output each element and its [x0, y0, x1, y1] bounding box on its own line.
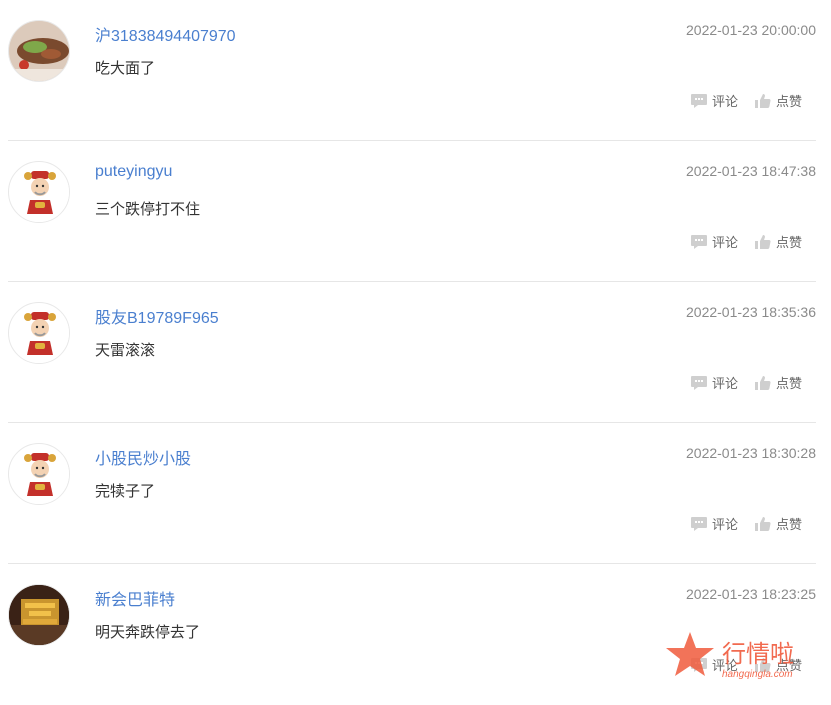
comment-label: 评论 — [711, 517, 738, 532]
watermark-title: 行情啦 — [722, 641, 794, 668]
like-label: 点赞 — [775, 235, 802, 250]
timestamp: 2022-01-23 18:30:28 — [686, 445, 816, 461]
thumbs-up-icon — [754, 234, 771, 249]
username-link[interactable]: 小股民炒小股 — [95, 445, 191, 469]
like-label: 点赞 — [775, 517, 802, 532]
like-label: 点赞 — [775, 94, 802, 109]
speech-bubble-icon — [690, 375, 707, 390]
like-button[interactable]: 点赞 — [754, 373, 802, 392]
comment-item: puteyingyu 2022-01-23 18:47:38 三个跌停打不住 评… — [8, 141, 816, 282]
timestamp: 2022-01-23 20:00:00 — [686, 22, 816, 38]
speech-bubble-icon — [690, 234, 707, 249]
comment-actions: 评论 点赞 — [690, 373, 802, 392]
comment-label: 评论 — [711, 94, 738, 109]
caishen-avatar-icon — [10, 163, 69, 222]
watermark-icon: 行情啦 hangqingla.com — [666, 632, 794, 680]
comment-button[interactable]: 评论 — [690, 232, 738, 251]
like-label: 点赞 — [775, 376, 802, 391]
avatar[interactable] — [8, 161, 70, 223]
thumbs-up-icon — [754, 375, 771, 390]
timestamp: 2022-01-23 18:35:36 — [686, 304, 816, 320]
avatar[interactable] — [8, 302, 70, 364]
comment-actions: 评论 点赞 — [690, 232, 802, 251]
comment-actions: 评论 点赞 — [690, 514, 802, 533]
like-button[interactable]: 点赞 — [754, 514, 802, 533]
thumbs-up-icon — [754, 516, 771, 531]
caishen-avatar-icon — [10, 445, 69, 504]
food-photo-avatar-icon — [9, 21, 69, 81]
avatar[interactable] — [8, 443, 70, 505]
watermark-url: hangqingla.com — [722, 669, 793, 680]
comment-label: 评论 — [711, 376, 738, 391]
username-link[interactable]: 新会巴菲特 — [95, 586, 175, 610]
comment-text: 天雷滚滚 — [95, 342, 156, 359]
comment-item: 小股民炒小股 2022-01-23 18:30:28 完犊子了 评论 点赞 — [8, 423, 816, 564]
like-button[interactable]: 点赞 — [754, 91, 802, 110]
username-link[interactable]: 股友B19789F965 — [95, 304, 219, 328]
speech-bubble-icon — [690, 93, 707, 108]
comment-button[interactable]: 评论 — [690, 514, 738, 533]
username-link[interactable]: puteyingyu — [95, 163, 172, 181]
comment-item: 沪31838494407970 2022-01-23 20:00:00 吃大面了… — [8, 0, 816, 141]
username-link[interactable]: 沪31838494407970 — [95, 22, 236, 46]
comment-button[interactable]: 评论 — [690, 91, 738, 110]
comment-text: 明天奔跌停去了 — [95, 624, 201, 641]
comment-label: 评论 — [711, 235, 738, 250]
thumbs-up-icon — [754, 93, 771, 108]
fox-logo-avatar-icon — [9, 585, 69, 645]
caishen-avatar-icon — [10, 304, 69, 363]
speech-bubble-icon — [690, 516, 707, 531]
comment-text: 完犊子了 — [95, 483, 156, 500]
like-button[interactable]: 点赞 — [754, 232, 802, 251]
comment-text: 三个跌停打不住 — [95, 201, 201, 218]
comment-button[interactable]: 评论 — [690, 373, 738, 392]
comment-actions: 评论 点赞 — [690, 91, 802, 110]
comment-item: 股友B19789F965 2022-01-23 18:35:36 天雷滚滚 评论… — [8, 282, 816, 423]
comment-text: 吃大面了 — [95, 60, 156, 77]
avatar[interactable] — [8, 20, 70, 82]
avatar[interactable] — [8, 584, 70, 646]
watermark-logo: 行情啦 hangqingla.com — [664, 630, 824, 686]
timestamp: 2022-01-23 18:47:38 — [686, 163, 816, 179]
timestamp: 2022-01-23 18:23:25 — [686, 586, 816, 602]
